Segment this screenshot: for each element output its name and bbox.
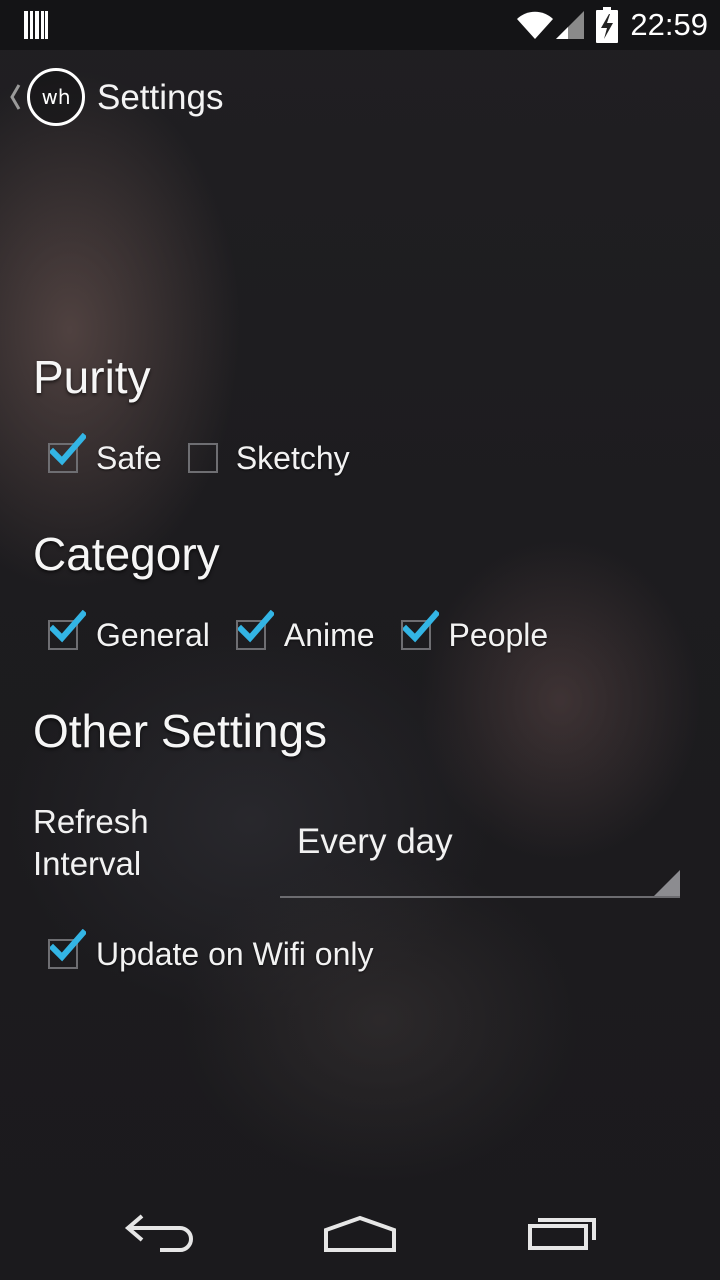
action-bar[interactable]: wh Settings bbox=[0, 50, 720, 148]
battery-charging-icon bbox=[596, 7, 619, 43]
purity-option-safe[interactable]: Safe bbox=[48, 432, 162, 477]
wifi-only-label: Update on Wifi only bbox=[96, 936, 374, 972]
anime-label: Anime bbox=[283, 617, 375, 653]
category-heading: Category bbox=[33, 528, 220, 580]
refresh-interval-value: Every day bbox=[297, 822, 453, 861]
dropdown-arrow-icon bbox=[654, 870, 680, 896]
check-icon bbox=[50, 609, 86, 642]
wifi-icon bbox=[517, 11, 554, 39]
back-icon[interactable] bbox=[120, 1210, 200, 1254]
wifi-option-row: Update on Wifi only bbox=[48, 928, 399, 973]
home-icon[interactable] bbox=[320, 1210, 400, 1254]
general-label: General bbox=[96, 617, 210, 653]
check-icon bbox=[237, 609, 274, 642]
category-option-anime[interactable]: Anime bbox=[235, 609, 375, 654]
purity-options: Safe Sketchy bbox=[48, 432, 376, 477]
general-checkbox[interactable] bbox=[48, 609, 86, 652]
refresh-interval-label: Refresh Interval bbox=[33, 803, 149, 882]
status-bar: 22:59 bbox=[0, 0, 720, 50]
people-label: People bbox=[448, 617, 549, 653]
other-settings-heading: Other Settings bbox=[33, 705, 328, 757]
check-icon bbox=[50, 432, 86, 465]
people-checkbox[interactable] bbox=[400, 609, 439, 652]
category-options: General Anime People bbox=[48, 609, 574, 654]
cell-signal-icon bbox=[556, 11, 585, 39]
recent-apps-icon[interactable] bbox=[522, 1210, 602, 1254]
navigation-bar bbox=[0, 1184, 720, 1280]
anime-checkbox[interactable] bbox=[235, 609, 274, 652]
sketchy-label: Sketchy bbox=[235, 440, 350, 476]
wifi-only-checkbox[interactable] bbox=[48, 928, 86, 971]
sketchy-checkbox[interactable] bbox=[187, 442, 220, 475]
refresh-interval-spinner[interactable]: Every day bbox=[280, 808, 680, 898]
barcode-notification-icon bbox=[24, 11, 48, 39]
status-icons: 22:59 bbox=[516, 6, 708, 44]
status-time: 22:59 bbox=[630, 7, 708, 42]
safe-label: Safe bbox=[96, 440, 162, 476]
safe-checkbox[interactable] bbox=[48, 432, 86, 475]
update-wifi-only-option[interactable]: Update on Wifi only bbox=[48, 928, 374, 973]
check-icon bbox=[402, 609, 439, 642]
check-icon bbox=[50, 928, 86, 961]
settings-screen: 22:59 wh Settings Purity Safe Sketchy Ca… bbox=[0, 0, 720, 1280]
category-option-people[interactable]: People bbox=[400, 609, 549, 654]
page-title: Settings bbox=[97, 78, 224, 117]
app-logo[interactable]: wh bbox=[27, 68, 85, 126]
category-option-general[interactable]: General bbox=[48, 609, 210, 654]
purity-option-sketchy[interactable]: Sketchy bbox=[187, 440, 350, 477]
up-caret-icon[interactable] bbox=[8, 83, 22, 111]
purity-heading: Purity bbox=[33, 351, 151, 403]
